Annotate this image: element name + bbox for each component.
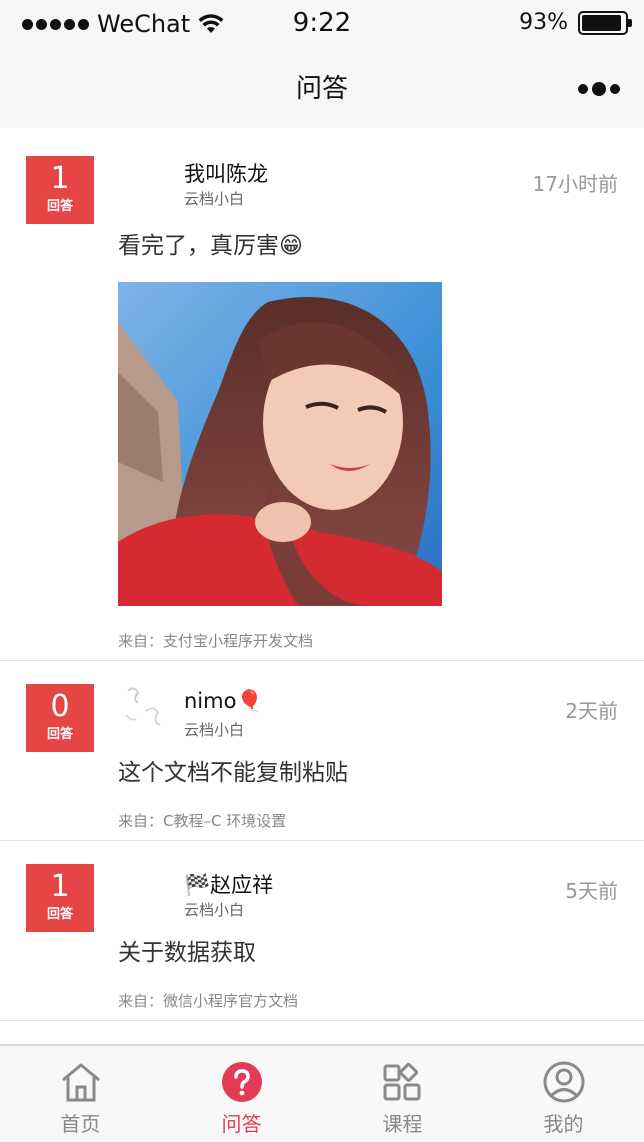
answer-count-badge: 1 回答 [26, 156, 94, 224]
question-title[interactable]: 看完了，真厉害😁 [118, 226, 303, 260]
question-photo[interactable] [118, 282, 442, 606]
user-role: 云档小白 [184, 190, 245, 208]
tab-label: 我的 [543, 1112, 584, 1136]
avatar[interactable] [118, 681, 170, 733]
answer-count-badge: 0 回答 [26, 684, 94, 752]
answer-count: 1 [50, 869, 70, 904]
post-time: 5天前 [565, 879, 618, 903]
username[interactable]: nimo🎈 [184, 689, 263, 714]
avatar[interactable] [118, 861, 170, 913]
question-source[interactable]: 来自：微信小程序官方文档 [118, 990, 298, 1011]
question-source[interactable]: 来自：支付宝小程序开发文档 [118, 630, 313, 651]
answer-count: 0 [50, 689, 70, 724]
tab-home[interactable]: 首页 [0, 1046, 161, 1142]
answer-count-label: 回答 [46, 199, 73, 214]
question-icon [221, 1062, 262, 1102]
answer-count: 1 [50, 161, 70, 196]
status-bar: WeChat 9:22 93% [0, 0, 644, 48]
post-time: 17小时前 [532, 172, 618, 196]
username[interactable]: 🏁赵应祥 [184, 869, 273, 899]
tab-label: 课程 [382, 1112, 423, 1136]
profile-icon [543, 1061, 584, 1103]
user-role: 云档小白 [184, 721, 245, 739]
question-title[interactable]: 关于数据获取 [118, 933, 256, 967]
screen: WeChat 9:22 93% 问答 1 回答 我叫陈龙 云档小白 17小时前 … [0, 0, 644, 1142]
question-item[interactable]: 0 回答 nimo🎈 云档小白 2天前 这个文档不能复制粘贴 来自：C教程–C … [0, 661, 644, 841]
tab-qa[interactable]: 问答 [161, 1046, 322, 1142]
nav-bar: 问答 [0, 48, 644, 128]
status-right: 93% [519, 10, 632, 35]
grid-icon [383, 1062, 420, 1101]
page-title: 问答 [295, 74, 348, 104]
question-item[interactable]: 1 回答 🏁赵应祥 云档小白 5天前 关于数据获取 来自：微信小程序官方文档 [0, 841, 644, 1021]
more-dot-icon [578, 84, 588, 94]
battery-icon [578, 10, 632, 35]
tab-courses[interactable]: 课程 [322, 1046, 483, 1142]
more-dot-icon [610, 84, 620, 94]
more-button[interactable] [578, 76, 622, 102]
tab-label: 首页 [60, 1112, 101, 1136]
tab-bar: 首页 问答 课程 我的 [0, 1044, 644, 1142]
answer-count-label: 回答 [46, 727, 73, 742]
post-time: 2天前 [565, 699, 618, 723]
username[interactable]: 我叫陈龙 [184, 158, 268, 188]
answer-count-badge: 1 回答 [26, 864, 94, 932]
question-title[interactable]: 这个文档不能复制粘贴 [118, 753, 348, 787]
answer-count-label: 回答 [46, 907, 73, 922]
tab-label: 问答 [221, 1112, 262, 1136]
question-source[interactable]: 来自：C教程–C 环境设置 [118, 810, 286, 831]
question-feed: 1 回答 我叫陈龙 云档小白 17小时前 看完了，真厉害😁 来自：支付宝小程序开… [0, 128, 644, 1044]
tab-profile[interactable]: 我的 [483, 1046, 644, 1142]
user-role: 云档小白 [184, 901, 245, 919]
question-item[interactable]: 1 回答 我叫陈龙 云档小白 17小时前 看完了，真厉害😁 来自：支付宝小程序开… [0, 128, 644, 661]
avatar[interactable] [118, 150, 170, 202]
battery-percentage: 93% [519, 10, 568, 35]
more-dot-icon [592, 82, 606, 96]
home-icon [61, 1063, 100, 1102]
